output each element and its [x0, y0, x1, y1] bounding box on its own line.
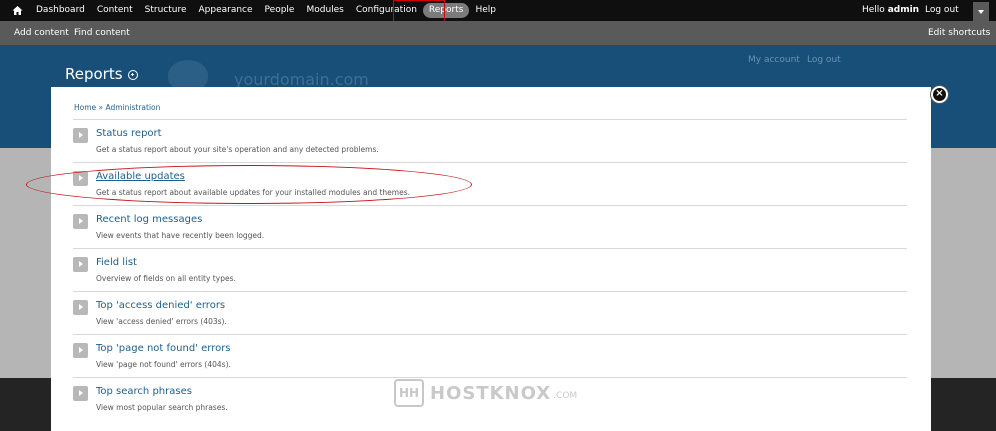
available-updates-highlight-annotation — [26, 165, 472, 204]
arrow-right-icon — [73, 128, 88, 143]
my-account-link[interactable]: My account — [748, 55, 800, 65]
header-logout-link[interactable]: Log out — [807, 55, 841, 65]
item-title-link[interactable]: Top search phrases — [96, 386, 192, 397]
menu-item-help[interactable]: Help — [469, 3, 502, 18]
item-title-link[interactable]: Top 'page not found' errors — [96, 343, 231, 354]
item-title-link[interactable]: Top 'access denied' errors — [96, 300, 225, 311]
edit-shortcuts-link[interactable]: Edit shortcuts — [928, 21, 990, 45]
shortcuts-bar: Add content Find content Edit shortcuts — [0, 21, 996, 45]
arrow-right-icon — [73, 386, 88, 401]
home-icon[interactable] — [12, 5, 23, 16]
watermark: HH HOSTKNOX .COM — [394, 378, 577, 408]
item-description: View most popular search phrases. — [96, 403, 228, 412]
arrow-right-icon — [73, 343, 88, 358]
item-description: View 'page not found' errors (404s). — [96, 360, 231, 369]
item-description: View events that have recently been logg… — [96, 231, 265, 240]
breadcrumb[interactable]: Home » Administration — [74, 103, 160, 112]
drupal-logo-icon — [168, 60, 208, 90]
add-content-shortcut[interactable]: Add content — [14, 21, 69, 45]
watermark-suffix: .COM — [553, 391, 578, 401]
menu-item-people[interactable]: People — [259, 3, 301, 18]
hostknox-logo-icon: HH — [394, 379, 424, 407]
find-content-shortcut[interactable]: Find content — [74, 21, 130, 45]
close-overlay-button[interactable]: × — [931, 86, 948, 103]
user-greeting: Hello admin — [862, 0, 919, 21]
add-shortcut-icon[interactable] — [128, 70, 138, 80]
menu-item-dashboard[interactable]: Dashboard — [30, 3, 91, 18]
shortcuts-toggle-button[interactable] — [973, 2, 989, 21]
username-link[interactable]: admin — [888, 5, 919, 15]
list-item: Status report Get a status report about … — [73, 119, 907, 162]
watermark-text: HOSTKNOX — [430, 382, 552, 404]
admin-toolbar: Dashboard Content Structure Appearance P… — [0, 0, 996, 21]
page-title: Reports — [65, 65, 123, 83]
logout-link[interactable]: Log out — [925, 0, 959, 21]
list-item: Recent log messages View events that hav… — [73, 205, 907, 248]
item-description: Get a status report about your site's op… — [96, 145, 379, 154]
item-description: Overview of fields on all entity types. — [96, 274, 236, 283]
arrow-right-icon — [73, 214, 88, 229]
item-title-link[interactable]: Field list — [96, 257, 137, 268]
menu-item-modules[interactable]: Modules — [300, 3, 349, 18]
menu-item-appearance[interactable]: Appearance — [193, 3, 259, 18]
list-item: Field list Overview of fields on all ent… — [73, 248, 907, 291]
greeting-prefix: Hello — [862, 5, 885, 15]
list-item: Top 'page not found' errors View 'page n… — [73, 334, 907, 377]
arrow-right-icon — [73, 300, 88, 315]
item-title-link[interactable]: Recent log messages — [96, 214, 202, 225]
list-item: Top 'access denied' errors View 'access … — [73, 291, 907, 334]
arrow-right-icon — [73, 257, 88, 272]
menu-item-content[interactable]: Content — [91, 3, 139, 18]
item-title-link[interactable]: Status report — [96, 128, 162, 139]
menu-item-structure[interactable]: Structure — [139, 3, 193, 18]
item-description: View 'access denied' errors (403s). — [96, 317, 227, 326]
